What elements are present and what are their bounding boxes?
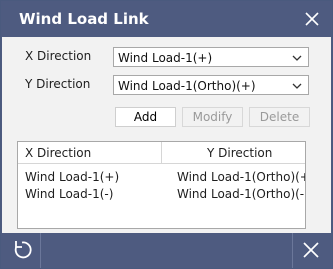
x-direction-label: X Direction xyxy=(25,49,92,63)
close-icon[interactable] xyxy=(304,11,320,27)
column-divider[interactable] xyxy=(161,142,162,163)
wind-load-link-dialog: Wind Load Link X Direction Wind Load-1(+… xyxy=(0,0,333,269)
chevron-down-icon xyxy=(292,51,302,63)
footer-divider xyxy=(40,233,41,268)
title-bar: Wind Load Link xyxy=(1,1,332,37)
column-header-x-direction[interactable]: X Direction xyxy=(25,146,91,160)
x-direction-select[interactable]: Wind Load-1(+) xyxy=(113,47,309,67)
y-direction-select[interactable]: Wind Load-1(Ortho)(+) xyxy=(113,75,309,95)
column-header-y-direction[interactable]: Y Direction xyxy=(207,146,272,160)
y-direction-label: Y Direction xyxy=(25,77,91,91)
footer-divider xyxy=(292,233,293,268)
wind-load-link-table: X Direction Y Direction Wind Load-1(+) W… xyxy=(17,141,306,229)
close-icon[interactable] xyxy=(298,237,324,263)
y-direction-value: Wind Load-1(Ortho)(+) xyxy=(118,79,256,93)
reset-icon[interactable] xyxy=(9,237,35,263)
row-cell-x: Wind Load-1(+) xyxy=(25,170,120,184)
x-direction-value: Wind Load-1(+) xyxy=(118,51,213,65)
dialog-content: X Direction Wind Load-1(+) Y Direction W… xyxy=(2,37,331,233)
add-button[interactable]: Add xyxy=(115,107,176,127)
delete-button[interactable]: Delete xyxy=(249,107,310,127)
modify-button[interactable]: Modify xyxy=(182,107,243,127)
row-cell-x: Wind Load-1(-) xyxy=(25,187,114,201)
row-cell-y: Wind Load-1(Ortho)(+) xyxy=(177,170,306,184)
chevron-down-icon xyxy=(292,79,302,91)
table-header: X Direction Y Direction xyxy=(18,142,305,164)
row-cell-y: Wind Load-1(Ortho)(-) xyxy=(177,187,306,201)
dialog-title: Wind Load Link xyxy=(19,10,149,28)
footer-bar xyxy=(2,233,331,268)
